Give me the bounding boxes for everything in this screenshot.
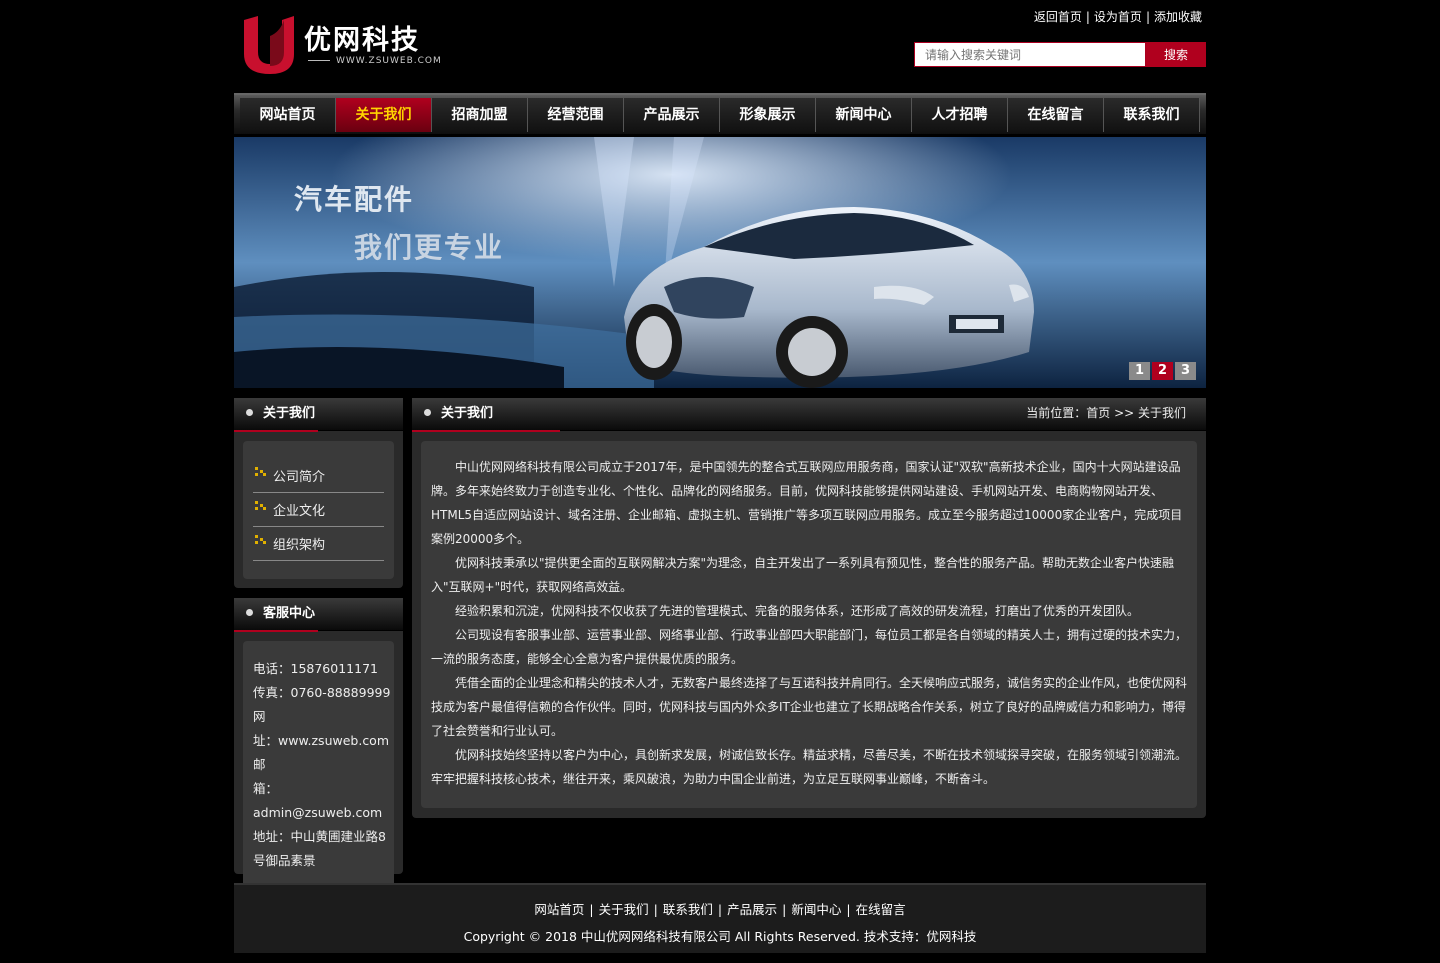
nav-item-contact[interactable]: 联系我们 [1104, 98, 1200, 132]
banner-pager: 1 2 3 [1129, 362, 1196, 380]
nav-item-news[interactable]: 新闻中心 [816, 98, 912, 132]
paragraph: 优网科技秉承以"提供更全面的互联网解决方案"为理念，自主开发出了一系列具有预见性… [431, 556, 1175, 594]
contact-website-label: 网 [253, 709, 266, 724]
contact-email[interactable]: 箱：admin@zsuweb.com [253, 777, 394, 825]
banner-page-2[interactable]: 2 [1152, 362, 1173, 380]
search-bar: 搜索 [914, 42, 1206, 67]
contact-address-cont: 号御品素景 [253, 853, 316, 868]
link-back-home[interactable]: 返回首页 [1034, 10, 1082, 24]
bullet-icon [246, 609, 253, 616]
nav-item-image[interactable]: 形象展示 [720, 98, 816, 132]
footer-links: 网站首页 | 关于我们 | 联系我们 | 产品展示 | 新闻中心 | 在线留言 [534, 902, 906, 917]
sidebar-about-title: 关于我们 [263, 406, 316, 421]
top-links: 返回首页 | 设为首页 | 添加收藏 [1033, 10, 1202, 24]
brand-site: WWW.ZSUWEB.COM [308, 56, 442, 66]
paragraph: 公司现设有客服事业部、运营事业部、网络事业部、行政事业部四大职能部门，每位员工都… [431, 628, 1188, 666]
nav-item-business-scope[interactable]: 经营范围 [528, 98, 624, 132]
sidebar-item-company-profile[interactable]: 公司简介 [253, 459, 384, 493]
sidebar-item-org-structure[interactable]: 组织架构 [253, 527, 384, 561]
footer-link-contact[interactable]: 联系我们 [663, 902, 713, 917]
search-input[interactable] [914, 42, 1146, 67]
nav-item-products[interactable]: 产品展示 [624, 98, 720, 132]
bullet-icon [424, 409, 431, 416]
breadcrumb: 当前位置：首页 >> 关于我们 [1026, 406, 1186, 420]
link-set-homepage[interactable]: 设为首页 [1094, 10, 1142, 24]
sidebar-service: 客服中心 电话：15876011171 传真：0760-88889999 网 址… [234, 598, 403, 891]
sidebar-about-header: 关于我们 [234, 398, 403, 432]
nav-item-about[interactable]: 关于我们 [336, 98, 432, 132]
sidebar-item-culture[interactable]: 企业文化 [253, 493, 384, 527]
sidebar-service-title: 客服中心 [263, 606, 316, 621]
copyright: Copyright © 2018 中山优网网络科技有限公司 All Rights… [463, 929, 977, 944]
grid-dots-icon [255, 501, 266, 510]
footer-link-about[interactable]: 关于我们 [599, 902, 649, 917]
paragraph: 凭借全面的企业理念和精尖的技术人才，无数客户最终选择了与互诺科技并肩同行。全天候… [431, 676, 1188, 738]
contact-address: 地址：中山黄圃建业路8 [253, 829, 386, 844]
page-title: 关于我们 [441, 406, 494, 421]
main-content: 关于我们 当前位置：首页 >> 关于我们 中山优网网络科技有限公司成立于2017… [412, 398, 1206, 818]
contact-email-label: 邮 [253, 757, 266, 772]
bullet-icon [246, 409, 253, 416]
nav-item-careers[interactable]: 人才招聘 [912, 98, 1008, 132]
paragraph: 经验积累和沉淀，优网科技不仅收获了先进的管理模式、完备的服务体系，还形成了高效的… [455, 604, 1140, 618]
banner-page-1[interactable]: 1 [1129, 362, 1150, 380]
footer: 网站首页 | 关于我们 | 联系我们 | 产品展示 | 新闻中心 | 在线留言 Copyright … [234, 883, 1206, 953]
nav-item-home[interactable]: 网站首页 [240, 98, 336, 132]
nav-item-message[interactable]: 在线留言 [1008, 98, 1104, 132]
sidebar-service-body: 电话：15876011171 传真：0760-88889999 网 址：www.… [243, 641, 394, 891]
footer-link-home[interactable]: 网站首页 [534, 902, 584, 917]
contact-phone: 电话：15876011171 [253, 661, 378, 676]
paragraph: 优网科技始终坚持以客户为中心，具创新求发展，树诚信致长存。精益求精，尽善尽美，不… [431, 748, 1188, 786]
main-nav: 网站首页 关于我们 招商加盟 经营范围 产品展示 形象展示 新闻中心 人才招聘 … [234, 93, 1206, 134]
main-header: 关于我们 当前位置：首页 >> 关于我们 [412, 398, 1206, 432]
link-add-favorite[interactable]: 添加收藏 [1154, 10, 1202, 24]
brand-name: 优网科技 [304, 25, 420, 56]
banner-headline-1: 汽车配件 [294, 183, 414, 216]
grid-dots-icon [255, 467, 266, 476]
nav-item-franchise[interactable]: 招商加盟 [432, 98, 528, 132]
sidebar-about-body: 公司简介 企业文化 组织架构 [243, 441, 394, 579]
footer-link-message[interactable]: 在线留言 [856, 902, 906, 917]
paragraph: 中山优网网络科技有限公司成立于2017年，是中国领先的整合式互联网应用服务商，国… [431, 460, 1183, 546]
footer-link-news[interactable]: 新闻中心 [791, 902, 841, 917]
banner-page-3[interactable]: 3 [1175, 362, 1196, 380]
hero-banner[interactable]: 汽车配件 我们更专业 1 2 3 [234, 137, 1206, 388]
sidebar-service-header: 客服中心 [234, 598, 403, 632]
banner-headline-2: 我们更专业 [354, 231, 504, 264]
footer-link-products[interactable]: 产品展示 [727, 902, 777, 917]
article-body: 中山优网网络科技有限公司成立于2017年，是中国领先的整合式互联网应用服务商，国… [421, 441, 1197, 808]
grid-dots-icon [255, 535, 266, 544]
site-logo[interactable]: 优网科技 WWW.ZSUWEB.COM [240, 14, 450, 78]
logo-mark-icon [244, 16, 294, 74]
contact-website[interactable]: 址：www.zsuweb.com [253, 729, 394, 753]
contact-fax: 传真：0760-88889999 [253, 685, 391, 700]
sidebar-about: 关于我们 公司简介 企业文化 组织架构 [234, 398, 403, 588]
search-button[interactable]: 搜索 [1146, 42, 1206, 67]
banner-image: 汽车配件 我们更专业 [234, 137, 1206, 388]
